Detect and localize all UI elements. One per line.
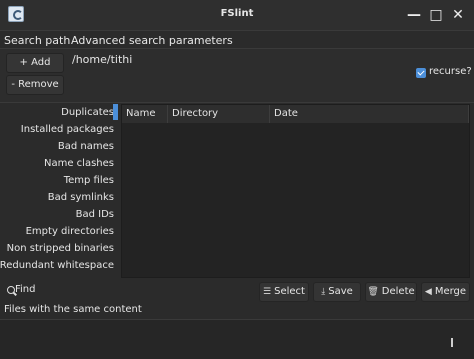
recurse-label: recurse? <box>429 66 472 77</box>
save-icon: ⤓ <box>321 287 326 297</box>
select-icon: ☰ <box>263 287 272 297</box>
search-type-list: Duplicates Installed packages Bad names … <box>0 104 118 278</box>
sidebar-item-empty-directories[interactable]: Empty directories <box>26 223 114 240</box>
maximize-button[interactable]: □ <box>427 6 445 24</box>
sidebar-item-bad-ids[interactable]: Bad IDs <box>76 206 114 223</box>
status-area <box>0 319 474 359</box>
tab-advanced-search-parameters[interactable]: Advanced search parameters <box>71 33 233 48</box>
results-table[interactable]: Name Directory Date <box>121 104 470 278</box>
merge-label: Merge <box>434 286 467 297</box>
sidebar-item-name-clashes[interactable]: Name clashes <box>44 155 114 172</box>
resize-grip[interactable] <box>451 338 453 347</box>
sidebar-item-temp-files[interactable]: Temp files <box>64 172 114 189</box>
status-text: Files with the same content <box>4 304 142 315</box>
sidebar-item-duplicates[interactable]: Duplicates <box>61 104 114 121</box>
sidebar-item-non-stripped-binaries[interactable]: Non stripped binaries <box>7 240 114 257</box>
merge-button[interactable]: ◀ Merge <box>421 282 470 302</box>
column-header-name[interactable]: Name <box>122 105 168 123</box>
merge-icon: ◀ <box>424 287 432 297</box>
save-label: Save <box>328 286 353 297</box>
find-label: Find <box>15 284 36 295</box>
pane-separator <box>0 102 474 103</box>
add-path-button[interactable]: + Add <box>6 53 64 73</box>
tab-bar: Search path Advanced search parameters <box>0 31 474 50</box>
sidebar-item-bad-symlinks[interactable]: Bad symlinks <box>48 189 114 206</box>
select-label: Select <box>274 286 305 297</box>
sidebar-item-bad-names[interactable]: Bad names <box>58 138 114 155</box>
title-bar: FSlint — □ ✕ <box>0 0 474 31</box>
close-button[interactable]: ✕ <box>449 6 467 24</box>
delete-label: Delete <box>381 286 415 297</box>
trash-icon: 🗑 <box>367 287 379 297</box>
search-path-panel: + Add - Remove /home/tithi recurse? <box>0 48 474 103</box>
save-button[interactable]: ⤓ Save <box>313 282 361 302</box>
column-header-date[interactable]: Date <box>270 105 469 123</box>
window-title: FSlint <box>220 8 254 19</box>
sidebar-item-installed-packages[interactable]: Installed packages <box>21 121 114 138</box>
path-list-item[interactable]: /home/tithi <box>72 53 132 66</box>
delete-button[interactable]: 🗑 Delete <box>365 282 417 302</box>
sidebar-item-redundant-whitespace[interactable]: Redundant whitespace <box>0 257 114 274</box>
search-icon <box>7 286 15 294</box>
column-header-directory[interactable]: Directory <box>168 105 270 123</box>
remove-path-button[interactable]: - Remove <box>6 75 64 95</box>
minimize-button[interactable]: — <box>405 6 423 24</box>
recurse-checkbox[interactable] <box>416 68 426 78</box>
select-button[interactable]: ☰ Select <box>259 282 309 302</box>
find-button[interactable]: Find <box>0 281 100 301</box>
selected-item-indicator <box>113 104 118 120</box>
